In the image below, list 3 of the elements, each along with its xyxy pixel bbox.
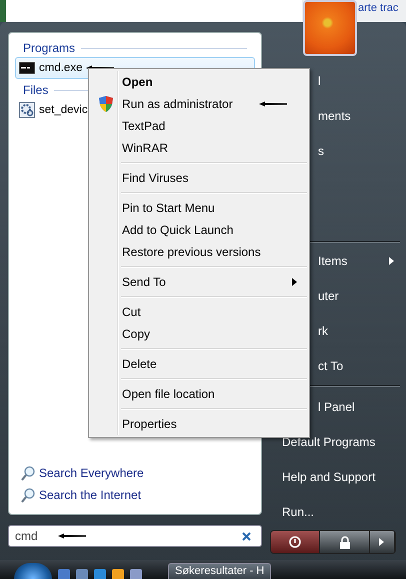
section-heading: Files [23, 83, 48, 97]
background-window-text: arte trac [358, 1, 398, 14]
section-heading: Programs [23, 41, 76, 55]
